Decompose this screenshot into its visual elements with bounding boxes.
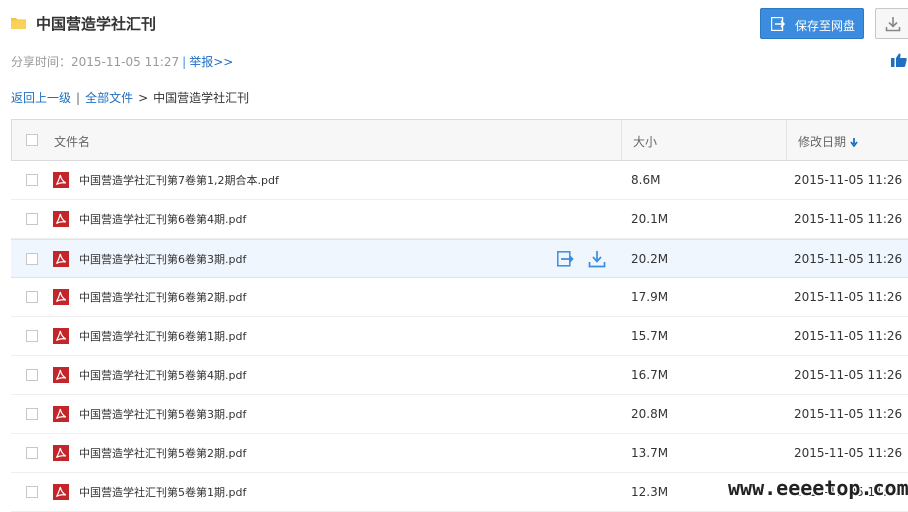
row-checkbox[interactable]	[26, 330, 38, 342]
table-row[interactable]: 中国营造学社汇刊第7卷第1,2期合本.pdf 8.6M 2015-11-05 1…	[11, 161, 908, 200]
download-button[interactable]	[875, 8, 908, 39]
select-all-checkbox[interactable]	[26, 134, 38, 146]
row-download-icon[interactable]	[588, 250, 606, 268]
file-date: 2015-11-05 11:26	[794, 173, 903, 187]
file-name[interactable]: 中国营造学社汇刊第5卷第4期.pdf	[79, 367, 246, 383]
share-time: 2015-11-05 11:27	[71, 55, 180, 69]
report-link[interactable]: 举报>>	[189, 55, 233, 69]
folder-icon	[11, 18, 26, 29]
download-icon	[885, 17, 901, 32]
row-checkbox[interactable]	[26, 369, 38, 381]
file-name[interactable]: 中国营造学社汇刊第5卷第3期.pdf	[79, 406, 246, 422]
file-size: 8.6M	[631, 173, 661, 187]
column-header-date[interactable]: 修改日期	[798, 133, 846, 150]
file-table: 文件名 大小 修改日期 中国营造学社汇刊第7卷第1,2期合本.pdf 8.6M …	[11, 119, 908, 512]
file-size: 15.7M	[631, 329, 669, 343]
file-size: 13.7M	[631, 446, 669, 460]
pdf-file-icon	[53, 367, 69, 383]
row-checkbox[interactable]	[26, 213, 38, 225]
page-title: 中国营造学社汇刊	[36, 15, 157, 33]
file-name[interactable]: 中国营造学社汇刊第5卷第2期.pdf	[79, 445, 246, 461]
table-header: 文件名 大小 修改日期	[11, 119, 908, 161]
current-folder: 中国营造学社汇刊	[153, 91, 250, 105]
table-row[interactable]: 中国营造学社汇刊第5卷第4期.pdf 16.7M 2015-11-05 11:2…	[11, 356, 908, 395]
breadcrumb: 返回上一级 | 全部文件 > 中国营造学社汇刊	[11, 89, 249, 106]
file-size: 17.9M	[631, 290, 669, 304]
pdf-file-icon	[53, 406, 69, 422]
file-name[interactable]: 中国营造学社汇刊第6卷第4期.pdf	[79, 211, 246, 227]
file-size: 20.2M	[631, 252, 669, 266]
file-date: 2015-11-05 11:26	[794, 446, 903, 460]
file-size: 16.7M	[631, 368, 669, 382]
row-checkbox[interactable]	[26, 447, 38, 459]
pdf-file-icon	[53, 251, 69, 267]
divider: |	[182, 55, 187, 69]
pdf-file-icon	[53, 445, 69, 461]
table-row[interactable]: 中国营造学社汇刊第6卷第4期.pdf 20.1M 2015-11-05 11:2…	[11, 200, 908, 239]
file-name[interactable]: 中国营造学社汇刊第7卷第1,2期合本.pdf	[79, 172, 279, 188]
file-name[interactable]: 中国营造学社汇刊第6卷第3期.pdf	[79, 251, 246, 267]
all-files-link[interactable]: 全部文件	[85, 91, 133, 105]
save-to-disk-icon	[771, 17, 785, 31]
file-date: 2015-11-05 11:26	[794, 252, 903, 266]
row-checkbox[interactable]	[26, 486, 38, 498]
thumbs-up-icon[interactable]	[891, 53, 907, 67]
pdf-file-icon	[53, 289, 69, 305]
page-header: 中国营造学社汇刊 保存至网盘	[0, 0, 908, 50]
share-time-label: 分享时间：	[11, 55, 72, 69]
row-save-icon[interactable]	[557, 251, 574, 267]
file-date: 2015-11-05 11:26	[794, 290, 903, 304]
table-row-hovered[interactable]: 中国营造学社汇刊第6卷第3期.pdf 20.2M 2015-11-05 11:2…	[11, 239, 908, 278]
pdf-file-icon	[53, 172, 69, 188]
table-row[interactable]: 中国营造学社汇刊第6卷第1期.pdf 15.7M 2015-11-05 11:2…	[11, 317, 908, 356]
back-link[interactable]: 返回上一级	[11, 91, 71, 105]
file-date: 2015-11-05 11:26	[794, 329, 903, 343]
file-date: 2015-11-05 11:26	[794, 212, 903, 226]
row-checkbox[interactable]	[26, 253, 38, 265]
table-row[interactable]: 中国营造学社汇刊第5卷第3期.pdf 20.8M 2015-11-05 11:2…	[11, 395, 908, 434]
file-size: 20.1M	[631, 212, 669, 226]
pdf-file-icon	[53, 211, 69, 227]
sort-desc-icon[interactable]	[850, 138, 858, 147]
file-name[interactable]: 中国营造学社汇刊第6卷第2期.pdf	[79, 289, 246, 305]
site-watermark: www.eeeetop.com	[728, 476, 908, 500]
row-checkbox[interactable]	[26, 408, 38, 420]
column-divider	[621, 120, 622, 160]
file-name[interactable]: 中国营造学社汇刊第5卷第1期.pdf	[79, 484, 246, 500]
table-row[interactable]: 中国营造学社汇刊第5卷第2期.pdf 13.7M 2015-11-05 11:2…	[11, 434, 908, 473]
row-checkbox[interactable]	[26, 291, 38, 303]
file-size: 12.3M	[631, 485, 669, 499]
pdf-file-icon	[53, 484, 69, 500]
save-to-netdisk-button[interactable]: 保存至网盘	[760, 8, 864, 39]
pdf-file-icon	[53, 328, 69, 344]
file-name[interactable]: 中国营造学社汇刊第6卷第1期.pdf	[79, 328, 246, 344]
save-button-label: 保存至网盘	[795, 19, 856, 33]
column-header-size[interactable]: 大小	[633, 133, 657, 150]
row-checkbox[interactable]	[26, 174, 38, 186]
table-row[interactable]: 中国营造学社汇刊第6卷第2期.pdf 17.9M 2015-11-05 11:2…	[11, 278, 908, 317]
column-header-name[interactable]: 文件名	[54, 133, 90, 150]
breadcrumb-separator: >	[138, 91, 149, 105]
file-size: 20.8M	[631, 407, 669, 421]
file-date: 2015-11-05 11:26	[794, 407, 903, 421]
column-divider	[786, 120, 787, 160]
file-date: 2015-11-05 11:26	[794, 368, 903, 382]
share-info: 分享时间：2015-11-05 11:27 | 举报>>	[11, 53, 233, 70]
divider: |	[76, 91, 81, 105]
